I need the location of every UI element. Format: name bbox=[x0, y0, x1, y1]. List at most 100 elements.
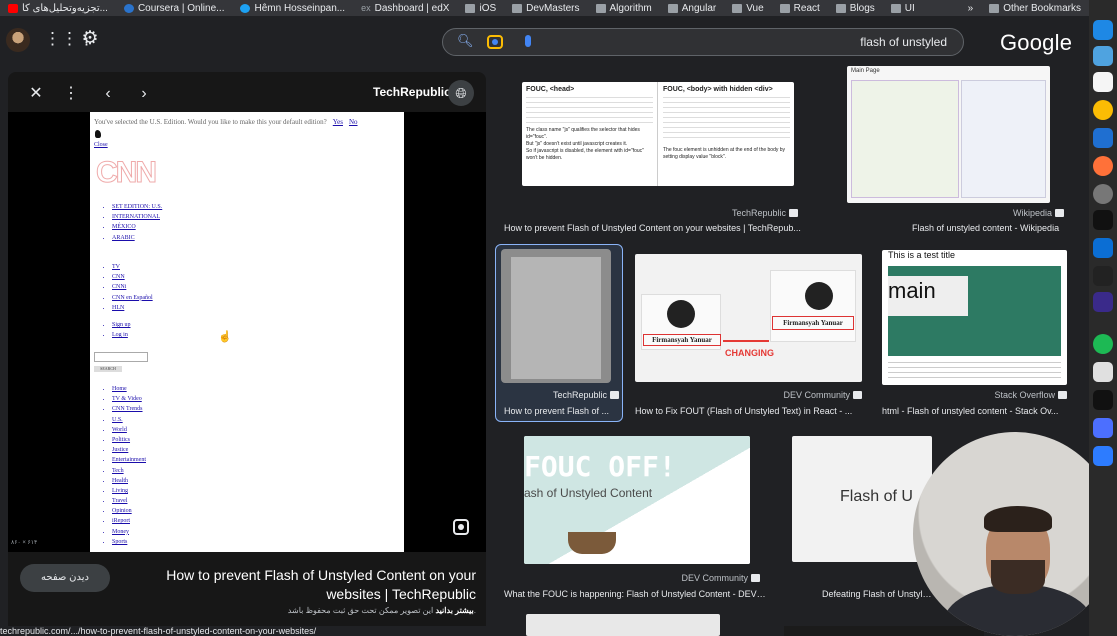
list-item: Health bbox=[112, 476, 146, 486]
viewer-title[interactable]: How to prevent Flash of Unstyled Content… bbox=[158, 566, 476, 604]
list-item: Entertainment bbox=[112, 455, 146, 465]
microphone-icon[interactable] bbox=[525, 35, 531, 47]
result-title[interactable]: How to Fix FOUT (Flash of Unstyled Text)… bbox=[635, 406, 862, 416]
learn-more-link[interactable]: بیشتر بدانید bbox=[435, 606, 473, 615]
close-icon[interactable]: ✕ bbox=[26, 84, 46, 104]
lens-search-icon[interactable] bbox=[453, 519, 469, 535]
bookmark-item[interactable]: Hêmn Hosseinpan... bbox=[232, 0, 353, 16]
result-title[interactable]: Flash of unstyled content - Wikipedia bbox=[912, 223, 1072, 233]
result-thumbnail[interactable]: FOUC, <head> The class name "js" qualifi… bbox=[522, 82, 794, 186]
settings-icon[interactable] bbox=[1093, 184, 1113, 204]
result-source[interactable]: Wikipedia bbox=[847, 208, 1064, 218]
more-options-icon[interactable]: ⋮ bbox=[61, 84, 81, 104]
next-icon[interactable]: › bbox=[134, 84, 154, 104]
result-source[interactable]: DEV Community bbox=[635, 390, 862, 400]
list-item: CNN bbox=[112, 272, 153, 282]
search-icon[interactable]: 🔍︎ bbox=[457, 33, 474, 49]
bookmark-folder[interactable]: Angular bbox=[660, 0, 724, 16]
globe-icon[interactable]: 🌐︎ bbox=[448, 80, 474, 106]
fouc-off-title: FOUC OFF! bbox=[524, 450, 676, 483]
bookmark-folder[interactable]: UI bbox=[883, 0, 923, 16]
result-thumbnail[interactable]: Flash of U bbox=[792, 436, 932, 562]
bookmark-folder[interactable]: Algorithm bbox=[588, 0, 660, 16]
previous-icon[interactable]: ‹ bbox=[98, 84, 118, 104]
list-item: Log in bbox=[112, 330, 131, 340]
google-logo[interactable]: Google bbox=[1000, 30, 1072, 56]
result-source[interactable]: TechRepublic bbox=[501, 390, 619, 400]
result-title[interactable]: How to prevent Flash of ... bbox=[504, 406, 619, 416]
result-source[interactable]: DEV Community bbox=[524, 573, 760, 583]
pycharm-icon[interactable] bbox=[1093, 266, 1113, 286]
result-thumbnail[interactable]: Firmansyah Yanuar Firmansyah Yanuar CHAN… bbox=[635, 254, 862, 382]
thumb-bullet: But "js" doesn't exist until javascript … bbox=[526, 141, 628, 147]
bookmark-item[interactable]: تجزیه‌وتحلیل‌های کا... bbox=[0, 0, 116, 16]
bookmark-folder[interactable]: Vue bbox=[724, 0, 771, 16]
list-item: TV & Video bbox=[112, 394, 146, 404]
bookmark-item[interactable]: Coursera | Online... bbox=[116, 0, 233, 16]
bookmark-folder[interactable]: iOS bbox=[457, 0, 504, 16]
result-source[interactable]: TechRepublic bbox=[522, 208, 798, 218]
list-item: Opinion bbox=[112, 506, 146, 516]
webstorm-icon[interactable] bbox=[1093, 238, 1113, 258]
list-item: Travel bbox=[112, 496, 146, 506]
changing-label: CHANGING bbox=[725, 348, 774, 358]
list-item: Sign up bbox=[112, 320, 131, 330]
youtube-icon bbox=[8, 3, 18, 13]
bookmark-label: Algorithm bbox=[609, 2, 652, 14]
pen-tool-icon[interactable] bbox=[1093, 46, 1113, 66]
avatar[interactable] bbox=[6, 28, 30, 52]
image-preview[interactable]: You've selected the U.S. Edition. Would … bbox=[8, 112, 486, 552]
search-input[interactable]: flash of unstyled bbox=[860, 35, 947, 49]
safari-icon[interactable] bbox=[1093, 20, 1113, 40]
folder-icon bbox=[595, 3, 606, 13]
fout-name-before: Firmansyah Yanuar bbox=[643, 334, 721, 346]
fouc-off-subtitle: ash of Unstyled Content bbox=[524, 486, 653, 500]
gear-icon[interactable]: ⚙ bbox=[80, 29, 100, 49]
result-title[interactable]: What the FOUC is happening: Flash of Uns… bbox=[504, 589, 766, 599]
macos-dock bbox=[1089, 0, 1117, 636]
bird-icon bbox=[95, 130, 101, 138]
bookmark-folder[interactable]: DevMasters bbox=[504, 0, 587, 16]
list-item: iReport bbox=[112, 516, 146, 526]
result-thumbnail[interactable]: Main Page bbox=[847, 66, 1050, 203]
folder-icon bbox=[835, 3, 846, 13]
result-thumbnail[interactable]: FOUC OFF! ash of Unstyled Content bbox=[524, 436, 750, 564]
result-title[interactable]: How to prevent Flash of Unstyled Content… bbox=[504, 223, 804, 233]
thumb-heading: Main Page bbox=[851, 68, 880, 74]
apps-grid-icon[interactable]: ⋮⋮⋮ bbox=[44, 30, 95, 48]
code-block bbox=[663, 97, 790, 141]
datagrip-icon[interactable] bbox=[1093, 292, 1113, 312]
brave-icon[interactable] bbox=[1093, 72, 1113, 92]
viewer-source[interactable]: TechRepublic bbox=[373, 85, 451, 99]
list-item: HLN bbox=[112, 303, 153, 313]
bookmark-label: DevMasters bbox=[526, 2, 580, 14]
other-bookmarks-folder[interactable]: Other Bookmarks bbox=[981, 0, 1089, 16]
result-thumbnail[interactable] bbox=[526, 614, 720, 636]
google-lens-icon[interactable] bbox=[487, 35, 503, 49]
coursera-icon bbox=[123, 3, 134, 13]
preview-search-button: SEARCH bbox=[94, 366, 122, 372]
result-title[interactable]: Defeating Flash of Unstyled bbox=[822, 589, 932, 599]
notice-yes-link: Yes bbox=[332, 118, 343, 126]
bookmark-folder[interactable]: Blogs bbox=[828, 0, 883, 16]
books-icon[interactable] bbox=[1093, 362, 1113, 382]
firefox-icon[interactable] bbox=[1093, 156, 1113, 176]
bookmarks-overflow-button[interactable]: » bbox=[960, 0, 982, 16]
vscode-icon[interactable] bbox=[1093, 128, 1113, 148]
appstore-icon[interactable] bbox=[1093, 446, 1113, 466]
result-source[interactable]: Stack Overflow bbox=[882, 390, 1067, 400]
star-app-icon[interactable] bbox=[1093, 418, 1113, 438]
chrome-icon[interactable] bbox=[1093, 100, 1113, 120]
bookmark-item[interactable]: ex Dashboard | edX bbox=[353, 0, 457, 16]
terminal-icon[interactable] bbox=[1093, 390, 1113, 410]
thumb-heading: This is a test title bbox=[888, 250, 956, 260]
image-dimensions: ۸۶۰ × ۶۱۴ bbox=[11, 540, 38, 546]
bookmark-folder[interactable]: React bbox=[772, 0, 828, 16]
search-box[interactable]: 🔍︎ flash of unstyled bbox=[442, 28, 964, 56]
goland-icon[interactable] bbox=[1093, 210, 1113, 230]
result-thumbnail[interactable] bbox=[501, 249, 611, 383]
result-title[interactable]: html - Flash of unstyled content - Stack… bbox=[882, 406, 1067, 416]
visit-button[interactable]: دیدن صفحه bbox=[20, 564, 110, 592]
spotify-icon[interactable] bbox=[1093, 334, 1113, 354]
result-thumbnail[interactable]: This is a test title main bbox=[882, 250, 1067, 385]
